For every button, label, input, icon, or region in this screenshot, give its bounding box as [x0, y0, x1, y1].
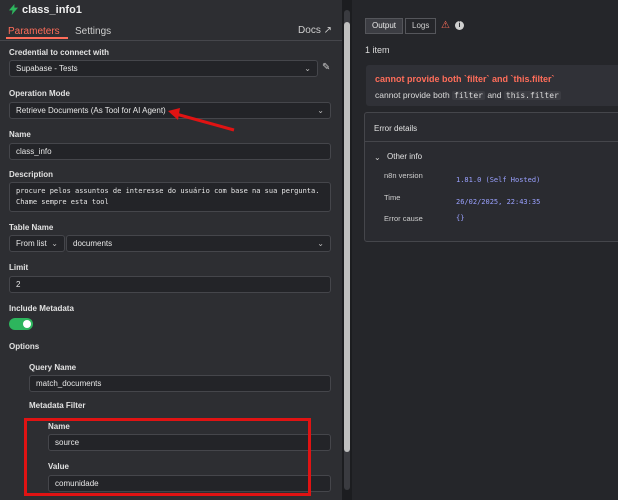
table-label: Table Name: [9, 223, 54, 232]
chevron-down-icon: ⌄: [304, 64, 311, 73]
tab-output[interactable]: Output: [365, 18, 404, 34]
warning-icon: ⚠: [441, 20, 450, 31]
credential-label: Credential to connect with: [9, 48, 110, 57]
info-icon[interactable]: i: [455, 21, 464, 30]
edit-icon[interactable]: ✎: [322, 62, 330, 73]
limit-input[interactable]: 2: [9, 276, 331, 293]
options-label: Options: [9, 342, 40, 351]
metadata-label: Include Metadata: [9, 304, 74, 313]
other-info-toggle[interactable]: Other info: [387, 152, 422, 161]
chevron-down-icon: ⌄: [317, 106, 324, 115]
red-arrow-annotation: [168, 108, 235, 132]
limit-label: Limit: [9, 263, 29, 272]
node-title: class_info1: [22, 4, 82, 16]
query-name-label: Query Name: [29, 363, 77, 372]
tab-logs[interactable]: Logs: [405, 18, 437, 34]
time-value: 26/02/2025, 22:43:35: [456, 198, 541, 206]
node-header: class_info1 Parameters Settings Docs ↗: [0, 0, 342, 41]
scrollbar-thumb[interactable]: [344, 22, 350, 452]
highlight-box-annotation: [24, 418, 311, 496]
parameters-panel: class_info1 Parameters Settings Docs ↗ C…: [0, 0, 342, 500]
chevron-down-icon: ⌄: [51, 239, 58, 248]
error-message: cannot provide both filter and this.filt…: [375, 90, 561, 100]
error-details-label: Error details: [374, 124, 418, 133]
error-cause-value: {}: [456, 214, 465, 222]
n8n-version-value: 1.81.0 (Self Hosted): [456, 176, 541, 184]
include-metadata-toggle[interactable]: [9, 318, 33, 330]
bolt-icon: [8, 4, 19, 15]
chevron-down-icon[interactable]: ⌄: [374, 153, 381, 162]
item-count: 1 item: [365, 45, 390, 55]
active-tab-indicator: [6, 37, 68, 39]
table-mode-select[interactable]: From list ⌄: [9, 235, 65, 252]
external-link-icon: ↗: [323, 25, 332, 36]
scrollbar[interactable]: [344, 10, 350, 490]
separator: [365, 141, 618, 142]
description-label: Description: [9, 170, 54, 179]
query-name-input[interactable]: match_documents: [29, 375, 331, 392]
docs-link[interactable]: Docs ↗: [298, 25, 332, 36]
name-label: Name: [9, 130, 31, 139]
description-textarea[interactable]: procure pelos assuntos de interesse do u…: [9, 182, 331, 212]
operation-label: Operation Mode: [9, 89, 70, 98]
metadata-filter-label: Metadata Filter: [29, 401, 86, 410]
table-select[interactable]: documents ⌄: [66, 235, 331, 252]
chevron-down-icon: ⌄: [317, 239, 324, 248]
tab-parameters[interactable]: Parameters: [8, 26, 60, 37]
error-card: cannot provide both `filter` and `this.f…: [366, 65, 618, 106]
tab-settings[interactable]: Settings: [75, 26, 111, 37]
error-title: cannot provide both `filter` and `this.f…: [375, 74, 555, 84]
toggle-knob: [23, 320, 31, 328]
n8n-version-label: n8n version: [384, 171, 423, 180]
credential-select[interactable]: Supabase - Tests ⌄: [9, 60, 318, 77]
name-input[interactable]: class_info: [9, 143, 331, 160]
time-label: Time: [384, 193, 401, 202]
error-cause-label: Error cause: [384, 214, 423, 223]
